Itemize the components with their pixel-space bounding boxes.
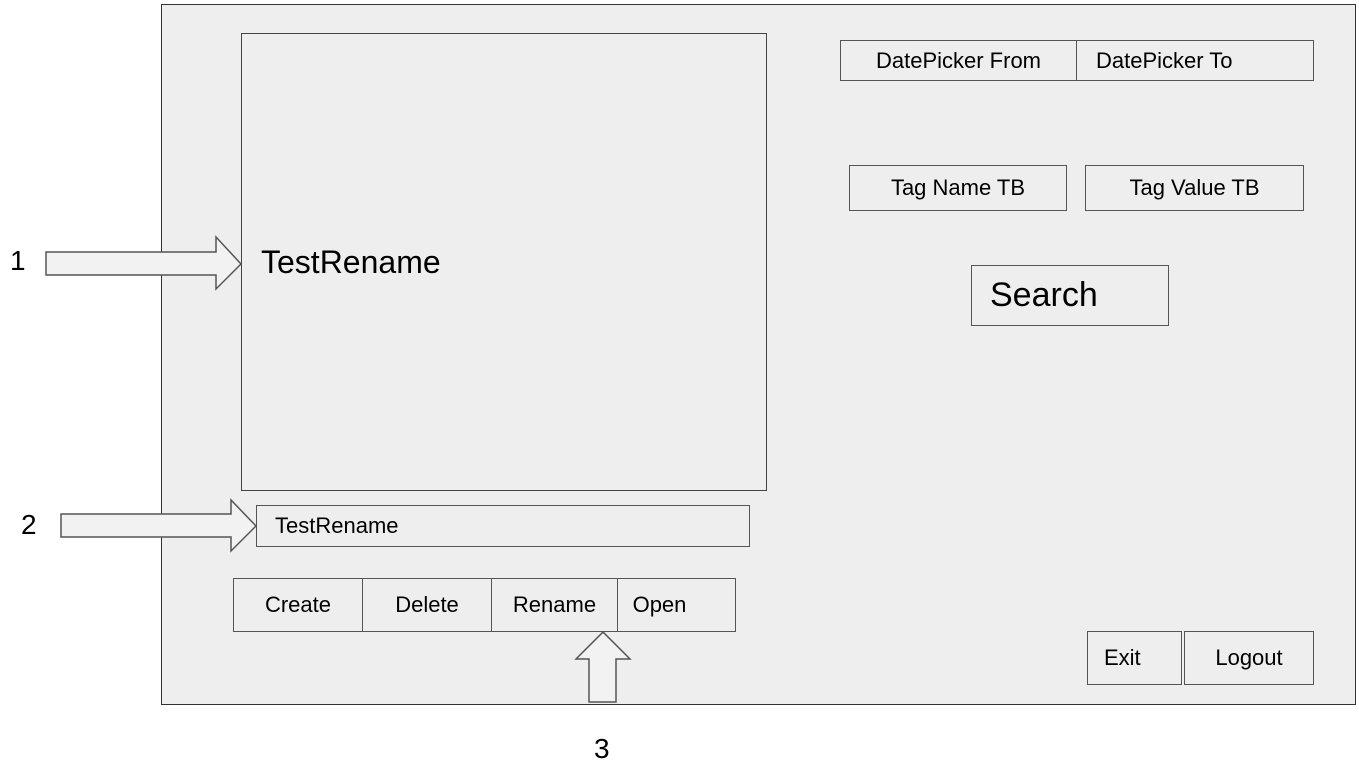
annotation-label-2: 2	[21, 509, 37, 540]
date-picker-from[interactable]: DatePicker From	[840, 40, 1077, 81]
exit-button[interactable]: Exit	[1087, 631, 1182, 685]
open-button-label: Open	[632, 592, 687, 617]
date-picker-to[interactable]: DatePicker To	[1076, 40, 1314, 81]
file-list[interactable]: TestRename	[241, 33, 767, 491]
rename-button[interactable]: Rename	[491, 578, 618, 632]
tag-name-input[interactable]: Tag Name TB	[849, 165, 1067, 211]
file-list-item[interactable]: TestRename	[261, 244, 441, 281]
open-button[interactable]: Open	[617, 578, 736, 632]
rename-input[interactable]: TestRename	[256, 505, 750, 547]
exit-button-label: Exit	[1104, 645, 1141, 670]
tag-value-input[interactable]: Tag Value TB	[1085, 165, 1304, 211]
logout-button[interactable]: Logout	[1184, 631, 1314, 685]
wireframe-canvas: TestRename TestRename Create Delete Rena…	[0, 0, 1359, 762]
annotation-label-1: 1	[10, 245, 26, 276]
logout-button-label: Logout	[1215, 645, 1283, 670]
tag-name-input-label: Tag Name TB	[890, 175, 1026, 200]
create-button-label: Create	[264, 592, 332, 617]
delete-button-label: Delete	[395, 592, 459, 617]
create-button[interactable]: Create	[233, 578, 363, 632]
annotation-label-3: 3	[594, 733, 610, 762]
rename-button-label: Rename	[512, 592, 597, 617]
tag-value-input-label: Tag Value TB	[1129, 175, 1260, 200]
date-picker-from-label: DatePicker From	[875, 47, 1042, 73]
rename-input-value: TestRename	[275, 513, 399, 538]
search-button-label: Search	[990, 276, 1098, 314]
delete-button[interactable]: Delete	[362, 578, 492, 632]
search-button[interactable]: Search	[971, 265, 1169, 326]
date-picker-to-label: DatePicker To	[1096, 47, 1233, 73]
